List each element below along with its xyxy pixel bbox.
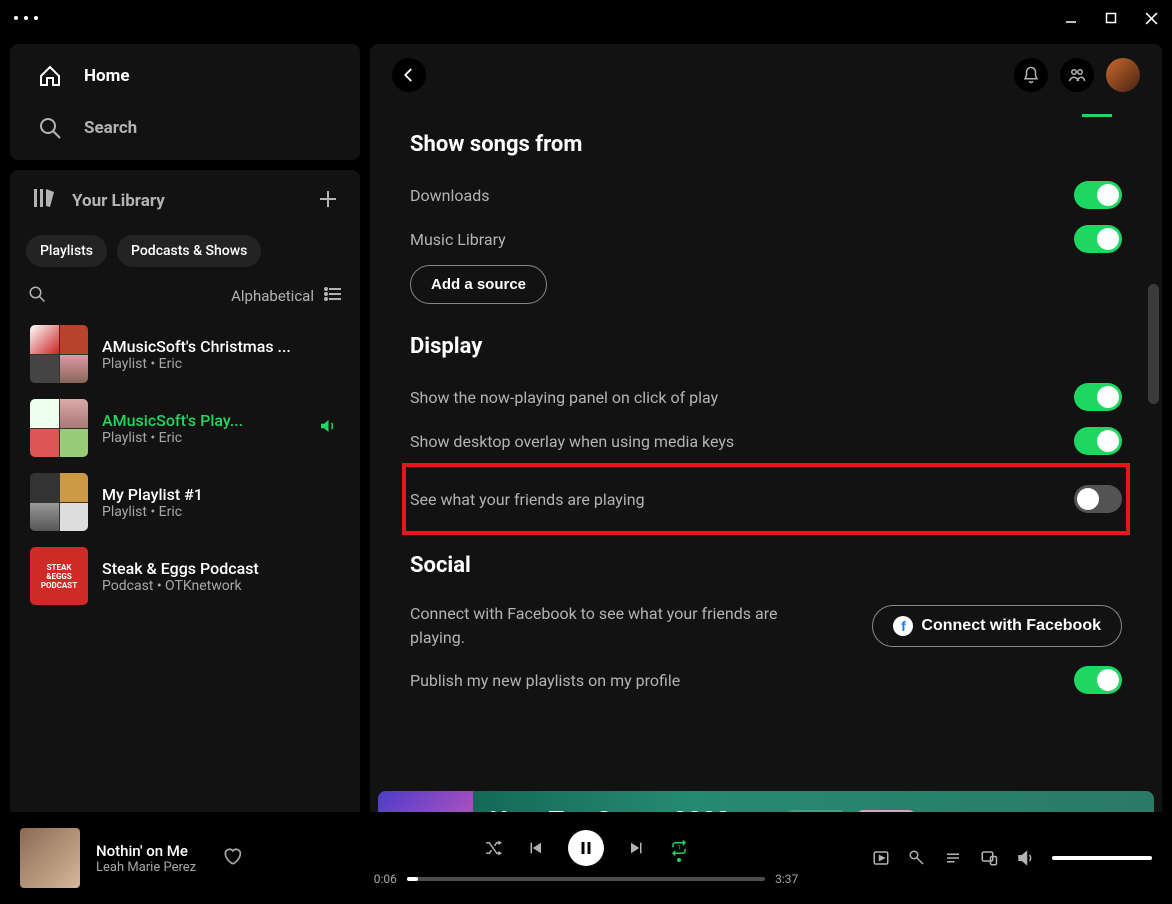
queue-button[interactable] [944,849,962,867]
podcast-cover: STEAK&EGGSPODCAST [30,547,88,605]
toggle-now-playing[interactable] [1074,383,1122,411]
section-show-songs-title: Show songs from [410,132,1122,157]
connect-device-button[interactable] [980,849,998,867]
notifications-button[interactable] [1014,58,1048,92]
home-icon [38,64,62,88]
library-item-subtitle: Playlist • Eric [102,356,340,372]
previous-button[interactable] [526,839,544,857]
library-item-subtitle: Podcast • OTKnetwork [102,578,340,594]
toggle-music-library[interactable] [1074,225,1122,253]
social-description: Connect with Facebook to see what your f… [410,602,830,650]
play-pause-button[interactable] [568,830,604,866]
toggle-downloads[interactable] [1074,181,1122,209]
friends-button[interactable] [1060,58,1094,92]
library-item[interactable]: STEAK&EGGSPODCAST Steak & Eggs Podcast P… [20,539,350,613]
volume-button[interactable] [1016,849,1034,867]
shuffle-button[interactable] [484,839,502,857]
list-icon [324,285,342,307]
svg-text:1: 1 [677,845,680,852]
add-source-button[interactable]: Add a source [410,265,547,304]
nav-search[interactable]: Search [10,102,360,154]
time-total: 3:37 [775,872,798,886]
library-add[interactable] [318,187,338,215]
chip-podcasts[interactable]: Podcasts & Shows [117,235,261,267]
repeat-button[interactable]: 1 [670,839,688,857]
toggle-friends-playing[interactable] [1074,485,1122,513]
library-item-subtitle: Playlist • Eric [102,430,304,446]
next-button[interactable] [628,839,646,857]
scrollbar-thumb[interactable] [1148,284,1159,404]
playlist-cover [30,473,88,531]
volume-slider[interactable] [1052,856,1152,860]
setting-music-library-label: Music Library [410,230,506,249]
lyrics-button[interactable] [908,849,926,867]
nav-home-label: Home [84,66,130,86]
playlist-cover [30,399,88,457]
setting-downloads-label: Downloads [410,186,489,205]
window-close[interactable] [1144,11,1158,25]
library-item-title: Steak & Eggs Podcast [102,559,340,578]
library-item-title: AMusicSoft's Christmas ... [102,337,340,356]
now-playing-artist[interactable]: Leah Marie Perez [96,860,196,875]
setting-now-playing-label: Show the now-playing panel on click of p… [410,388,718,407]
window-menu[interactable] [14,16,38,20]
setting-publish-label: Publish my new playlists on my profile [410,671,680,690]
setting-friends-playing-label: See what your friends are playing [410,490,645,509]
seek-bar[interactable] [407,877,765,881]
like-button[interactable] [222,846,242,871]
window-minimize[interactable] [1064,11,1078,25]
library-toggle[interactable]: Your Library [32,186,165,215]
back-button[interactable] [392,58,426,92]
library-title: Your Library [72,191,165,211]
search-icon [38,116,62,140]
now-playing-view-button[interactable] [872,849,890,867]
section-display-title: Display [410,334,1122,359]
time-elapsed: 0:06 [374,872,397,886]
library-item-title: My Playlist #1 [102,485,340,504]
facebook-icon: f [893,616,913,636]
connect-facebook-label: Connect with Facebook [921,617,1101,635]
window-maximize[interactable] [1104,11,1118,25]
chip-playlists[interactable]: Playlists [26,235,107,267]
playing-icon [318,417,336,439]
now-playing-artwork[interactable] [20,828,80,888]
nav-search-label: Search [84,118,137,138]
now-playing-title[interactable]: Nothin' on Me [96,842,196,860]
library-item-title: AMusicSoft's Play... [102,411,304,430]
library-item[interactable]: AMusicSoft's Play... Playlist • Eric [20,391,350,465]
toggle-publish[interactable] [1074,666,1122,694]
nav-home[interactable]: Home [10,50,360,102]
setting-desktop-overlay-label: Show desktop overlay when using media ke… [410,432,734,451]
library-item[interactable]: AMusicSoft's Christmas ... Playlist • Er… [20,317,350,391]
library-item-subtitle: Playlist • Eric [102,504,340,520]
library-item[interactable]: My Playlist #1 Playlist • Eric [20,465,350,539]
toggle-desktop-overlay[interactable] [1074,427,1122,455]
library-search[interactable] [28,285,46,307]
library-sort-label: Alphabetical [231,287,314,305]
connect-facebook-button[interactable]: f Connect with Facebook [872,605,1122,647]
section-social-title: Social [410,553,1122,578]
profile-avatar[interactable] [1106,58,1140,92]
library-icon [32,186,56,215]
playlist-cover [30,325,88,383]
library-sort[interactable]: Alphabetical [231,285,342,307]
